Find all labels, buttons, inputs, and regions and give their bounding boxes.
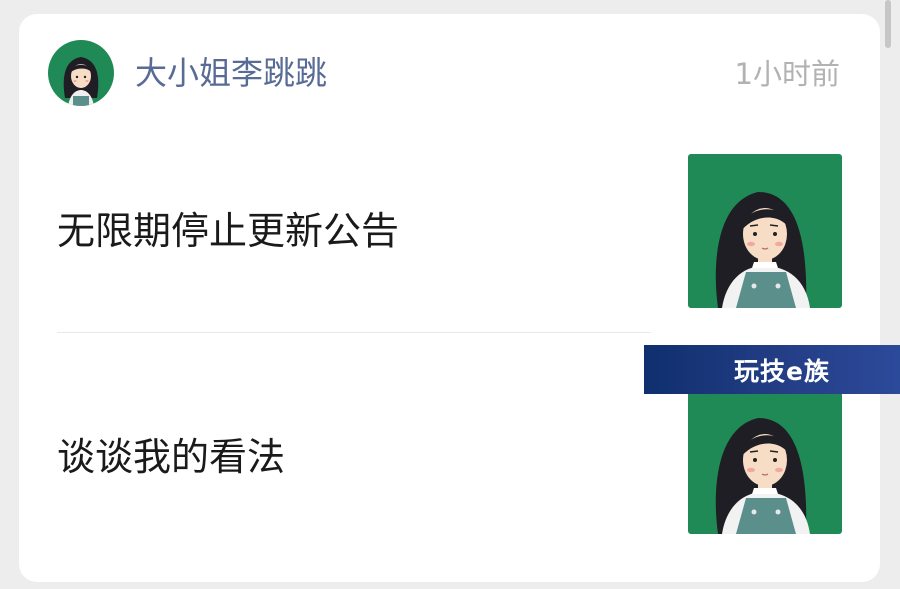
card-header: 大小姐李跳跳 1小时前 bbox=[48, 40, 840, 106]
divider bbox=[57, 332, 651, 333]
author-name[interactable]: 大小姐李跳跳 bbox=[135, 53, 327, 93]
girl-illustration-icon bbox=[688, 380, 842, 534]
article-title[interactable]: 谈谈我的看法 bbox=[57, 433, 285, 481]
article-title[interactable]: 无限期停止更新公告 bbox=[57, 207, 399, 255]
author-avatar[interactable] bbox=[48, 40, 114, 106]
article-thumbnail[interactable] bbox=[688, 380, 842, 534]
post-time: 1小时前 bbox=[734, 57, 840, 91]
article-item[interactable]: 无限期停止更新公告 bbox=[57, 154, 842, 308]
watermark-text: 玩技e族 bbox=[734, 356, 830, 386]
watermark-banner: 玩技e族 bbox=[644, 345, 900, 394]
scrollbar[interactable] bbox=[885, 0, 891, 48]
girl-illustration-icon bbox=[688, 154, 842, 308]
article-thumbnail[interactable] bbox=[688, 154, 842, 308]
article-item[interactable]: 谈谈我的看法 bbox=[57, 380, 842, 534]
girl-avatar-icon bbox=[48, 40, 114, 106]
message-card: 大小姐李跳跳 1小时前 无限期停止更新公告 谈谈我的看法 bbox=[19, 14, 880, 582]
